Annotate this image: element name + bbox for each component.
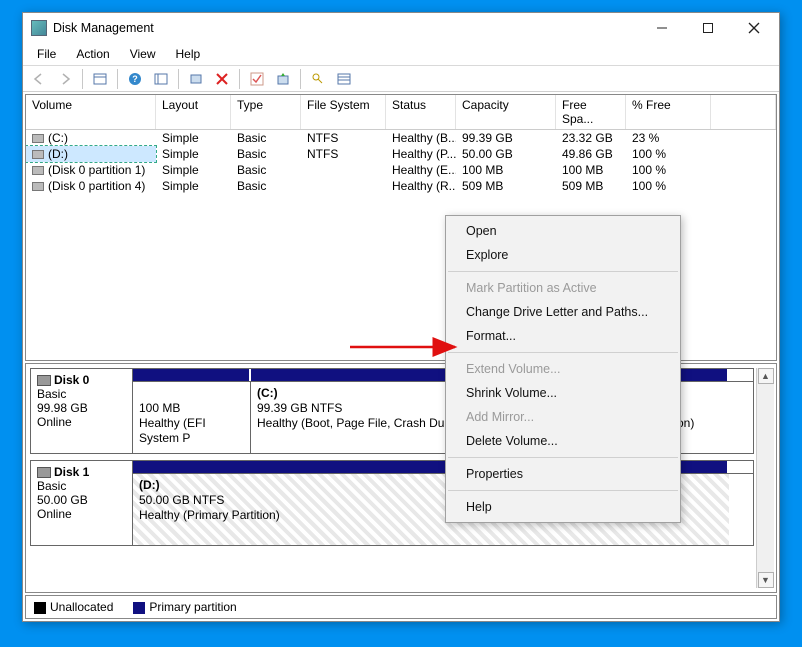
partition[interactable]: 100 MBHealthy (EFI System P bbox=[133, 382, 251, 453]
maximize-button[interactable] bbox=[685, 14, 731, 42]
scroll-up-button[interactable]: ▲ bbox=[758, 368, 774, 384]
ctx-format[interactable]: Format... bbox=[446, 324, 680, 348]
settings-button[interactable] bbox=[149, 68, 173, 90]
remove-icon[interactable] bbox=[210, 68, 234, 90]
col-free[interactable]: Free Spa... bbox=[556, 95, 626, 129]
app-icon bbox=[31, 20, 47, 36]
ctx-extend: Extend Volume... bbox=[446, 357, 680, 381]
refresh-button[interactable] bbox=[184, 68, 208, 90]
menu-view[interactable]: View bbox=[122, 45, 164, 63]
volume-row[interactable]: (Disk 0 partition 4)SimpleBasicHealthy (… bbox=[26, 178, 776, 194]
volume-row[interactable]: (Disk 0 partition 1)SimpleBasicHealthy (… bbox=[26, 162, 776, 178]
properties-button[interactable] bbox=[332, 68, 356, 90]
col-type[interactable]: Type bbox=[231, 95, 301, 129]
ctx-change-letter[interactable]: Change Drive Letter and Paths... bbox=[446, 300, 680, 324]
context-menu: Open Explore Mark Partition as Active Ch… bbox=[445, 215, 681, 523]
forward-button[interactable] bbox=[53, 68, 77, 90]
legend-unallocated: Unallocated bbox=[34, 600, 113, 614]
volume-row[interactable]: (D:)SimpleBasicNTFSHealthy (P...50.00 GB… bbox=[26, 146, 776, 162]
ctx-mark-active: Mark Partition as Active bbox=[446, 276, 680, 300]
back-button[interactable] bbox=[27, 68, 51, 90]
volume-row[interactable]: (C:)SimpleBasicNTFSHealthy (B...99.39 GB… bbox=[26, 130, 776, 146]
minimize-button[interactable] bbox=[639, 14, 685, 42]
scroll-down-button[interactable]: ▼ bbox=[758, 572, 774, 588]
ctx-delete[interactable]: Delete Volume... bbox=[446, 429, 680, 453]
disk-info: Disk 1Basic50.00 GBOnline bbox=[31, 461, 133, 545]
window-title: Disk Management bbox=[53, 21, 639, 35]
ctx-explore[interactable]: Explore bbox=[446, 243, 680, 267]
check-button[interactable] bbox=[245, 68, 269, 90]
col-fs[interactable]: File System bbox=[301, 95, 386, 129]
rescan-button[interactable] bbox=[271, 68, 295, 90]
vertical-scrollbar[interactable]: ▲ ▼ bbox=[756, 368, 774, 588]
ctx-shrink[interactable]: Shrink Volume... bbox=[446, 381, 680, 405]
col-volume[interactable]: Volume bbox=[26, 95, 156, 129]
ctx-properties[interactable]: Properties bbox=[446, 462, 680, 486]
disk-info: Disk 0Basic99.98 GBOnline bbox=[31, 369, 133, 453]
menu-action[interactable]: Action bbox=[68, 45, 117, 63]
toolbar: ? bbox=[23, 66, 779, 92]
show-hide-tree-button[interactable] bbox=[88, 68, 112, 90]
col-status[interactable]: Status bbox=[386, 95, 456, 129]
legend: Unallocated Primary partition bbox=[25, 595, 777, 619]
legend-primary: Primary partition bbox=[133, 600, 236, 614]
ctx-help[interactable]: Help bbox=[446, 495, 680, 519]
col-layout[interactable]: Layout bbox=[156, 95, 231, 129]
actions-button[interactable] bbox=[306, 68, 330, 90]
col-capacity[interactable]: Capacity bbox=[456, 95, 556, 129]
ctx-open[interactable]: Open bbox=[446, 219, 680, 243]
ctx-add-mirror: Add Mirror... bbox=[446, 405, 680, 429]
menu-bar: File Action View Help bbox=[23, 43, 779, 65]
title-bar[interactable]: Disk Management bbox=[23, 13, 779, 43]
menu-file[interactable]: File bbox=[29, 45, 64, 63]
close-button[interactable] bbox=[731, 14, 777, 42]
svg-text:?: ? bbox=[132, 74, 138, 84]
menu-help[interactable]: Help bbox=[168, 45, 209, 63]
col-pct[interactable]: % Free bbox=[626, 95, 711, 129]
volume-list-header[interactable]: Volume Layout Type File System Status Ca… bbox=[26, 95, 776, 130]
help-button[interactable]: ? bbox=[123, 68, 147, 90]
